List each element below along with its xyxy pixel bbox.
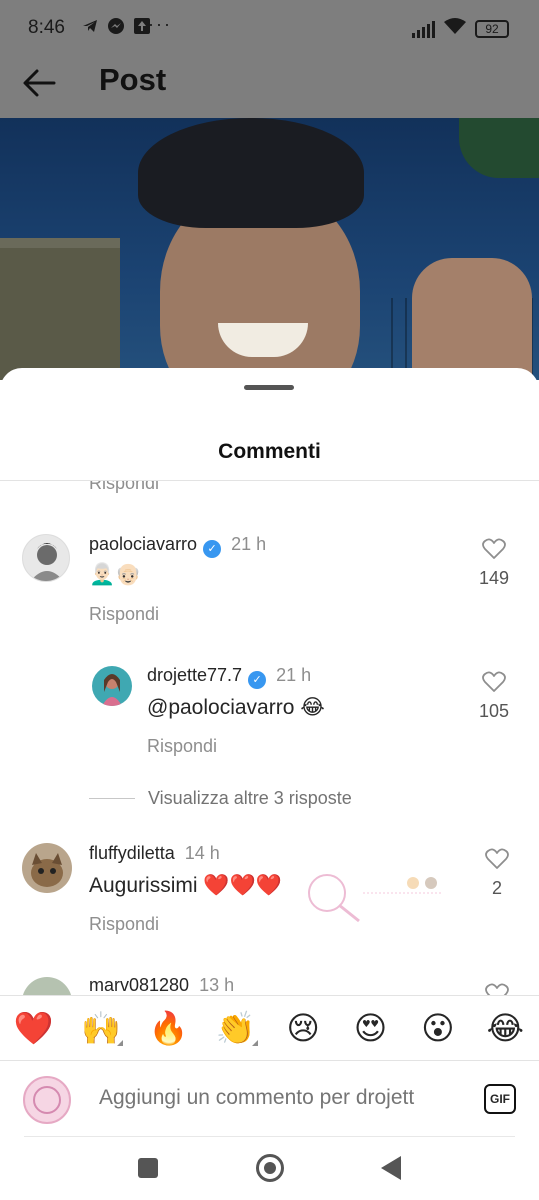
avatar[interactable]	[22, 843, 72, 893]
reply-button[interactable]: Rispondi	[89, 914, 159, 935]
avatar[interactable]	[22, 534, 70, 582]
like-count: 105	[478, 701, 510, 721]
photo-hand	[412, 258, 532, 380]
photo-cap	[138, 118, 364, 228]
post-image	[0, 118, 539, 380]
emoji-crying-button[interactable]: 😢	[270, 1008, 337, 1048]
comment-header: drojette77.7 ✓ 21 h	[147, 665, 311, 689]
emoji-surprised-button[interactable]: 😮	[404, 1008, 471, 1048]
reply-button[interactable]: Rispondi	[147, 736, 217, 757]
sheet-title: Commenti	[218, 440, 321, 463]
back-arrow-icon[interactable]	[22, 68, 56, 98]
status-time: 8:46	[28, 17, 65, 38]
comments-sheet: Commenti Rispondi paolociavarro ✓ 21 h 👨🏻‍…	[0, 368, 539, 1200]
comment-item: drojette77.7 ✓ 21 h @paolociavarro 😂 Rispo…	[0, 621, 539, 781]
timestamp: 13 h	[199, 975, 235, 995]
emoji-fire-button[interactable]: 🔥	[135, 1008, 202, 1048]
avatar[interactable]	[92, 666, 132, 706]
battery-icon: 92	[475, 19, 509, 38]
emoji-laughing-button[interactable]: 😂	[472, 1008, 539, 1048]
status-bar: 8:46 ··· 92	[0, 0, 539, 56]
home-icon[interactable]	[256, 1154, 284, 1182]
emoji-quick-reactions: ❤️ 🙌 🔥 👏 😢 😍 😮 😂	[0, 995, 539, 1061]
recent-apps-icon[interactable]	[138, 1158, 158, 1178]
signal-icon	[412, 20, 435, 38]
comment-text: @paolociavarro 😂	[147, 696, 325, 719]
divider	[89, 798, 135, 799]
comment-item: marv081280 13 h	[0, 959, 539, 995]
comment-input[interactable]	[99, 1086, 469, 1110]
telegram-icon	[80, 16, 100, 36]
comment-header: paolociavarro ✓ 21 h	[89, 534, 266, 558]
emoji-raised-hands-button[interactable]: 🙌	[67, 1008, 134, 1048]
comment-composer: GIF	[0, 1062, 539, 1138]
comments-list[interactable]: Rispondi paolociavarro ✓ 21 h 👨🏻‍🦳👴🏻 Rispo…	[0, 481, 539, 995]
username[interactable]: fluffydiletta	[89, 843, 175, 863]
system-back-icon[interactable]	[381, 1156, 401, 1180]
page-title: Post	[99, 62, 167, 97]
username[interactable]: paolociavarro	[89, 534, 197, 554]
notification-icons	[80, 16, 152, 36]
photo-tree	[459, 118, 539, 178]
skin-tone-indicator-icon	[251, 1040, 258, 1046]
wifi-icon	[443, 17, 467, 40]
comment-text: Augurissimi ❤️❤️❤️	[89, 874, 282, 897]
avatar[interactable]	[22, 977, 72, 995]
dimmed-background[interactable]: 8:46 ··· 92 Post	[0, 0, 539, 380]
comment-header: marv081280 13 h	[89, 975, 234, 995]
photo-building	[0, 248, 120, 380]
timestamp: 21 h	[276, 665, 312, 685]
username[interactable]: marv081280	[89, 975, 189, 995]
gif-button[interactable]: GIF	[484, 1084, 516, 1114]
more-notifications-icon: ···	[148, 14, 172, 34]
skin-tone-indicator-icon	[116, 1040, 123, 1046]
timestamp: 21 h	[231, 534, 267, 554]
comment-item: paolociavarro ✓ 21 h 👨🏻‍🦳👴🏻 Rispondi 149	[0, 481, 539, 641]
like-count: 149	[478, 568, 510, 588]
system-nav-bar	[0, 1138, 539, 1200]
like-heart-icon[interactable]	[485, 848, 509, 870]
drag-handle[interactable]	[244, 385, 294, 390]
system-indicators: 92	[412, 17, 509, 40]
current-user-avatar	[23, 1076, 71, 1124]
comment-text: 👨🏻‍🦳👴🏻	[89, 562, 142, 586]
messenger-icon	[106, 16, 126, 36]
emoji-raised-hands: 🙌	[81, 1009, 121, 1047]
like-count: 2	[491, 878, 502, 898]
timestamp: 14 h	[184, 843, 220, 863]
comment-header: fluffydiletta 14 h	[89, 843, 220, 864]
divider	[24, 1136, 515, 1137]
verified-badge-icon: ✓	[203, 540, 222, 558]
like-heart-icon[interactable]	[482, 671, 506, 693]
like-heart-icon[interactable]	[482, 538, 506, 560]
username[interactable]: drojette77.7	[147, 665, 242, 685]
comment-item: fluffydiletta 14 h Augurissimi ❤️❤️❤️ Ris…	[0, 801, 539, 951]
like-heart-icon[interactable]	[485, 983, 509, 995]
post-header: Post	[0, 56, 539, 118]
emoji-clapping: 👏	[215, 1009, 256, 1047]
watermark-sticker	[303, 871, 453, 926]
emoji-heart-button[interactable]: ❤️	[0, 1008, 67, 1048]
verified-badge-icon: ✓	[248, 671, 267, 689]
emoji-heart-eyes-button[interactable]: 😍	[337, 1008, 404, 1048]
emoji-clapping-button[interactable]: 👏	[202, 1008, 269, 1048]
